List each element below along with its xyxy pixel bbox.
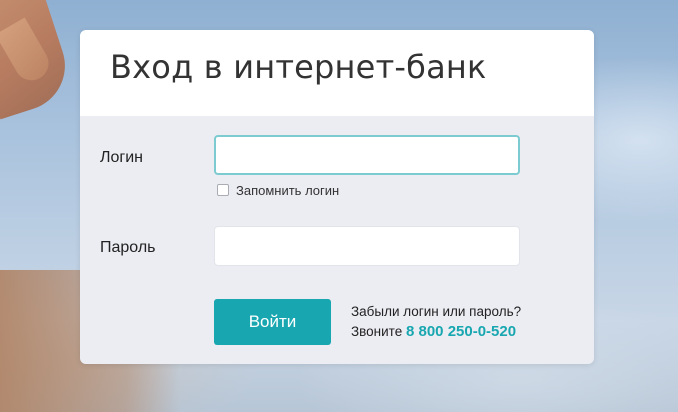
login-form: Логин Запомнить логин Пароль Войти Забыл… — [80, 116, 594, 364]
call-text: Звоните — [351, 324, 403, 339]
remember-login[interactable]: Запомнить логин — [217, 182, 339, 198]
login-label: Логин — [100, 149, 144, 166]
page-title: Вход в интернет-банк — [110, 48, 487, 86]
remember-login-checkbox[interactable] — [217, 184, 229, 196]
phone-number[interactable]: 8 800 250-0-520 — [406, 323, 516, 340]
card-header: Вход в интернет-банк — [80, 30, 594, 116]
login-card: Вход в интернет-банк Логин Запомнить лог… — [80, 30, 594, 364]
remember-login-label[interactable]: Запомнить логин — [236, 183, 339, 198]
login-input[interactable] — [214, 135, 520, 175]
forgot-credentials-text: Забыли логин или пароль? — [351, 304, 522, 319]
password-input[interactable] — [214, 226, 520, 266]
call-line: Звоните 8 800 250-0-520 — [351, 322, 521, 342]
help-text: Забыли логин или пароль? Звоните 8 800 2… — [351, 302, 521, 342]
password-label: Пароль — [100, 239, 156, 256]
login-button[interactable]: Войти — [214, 299, 331, 345]
